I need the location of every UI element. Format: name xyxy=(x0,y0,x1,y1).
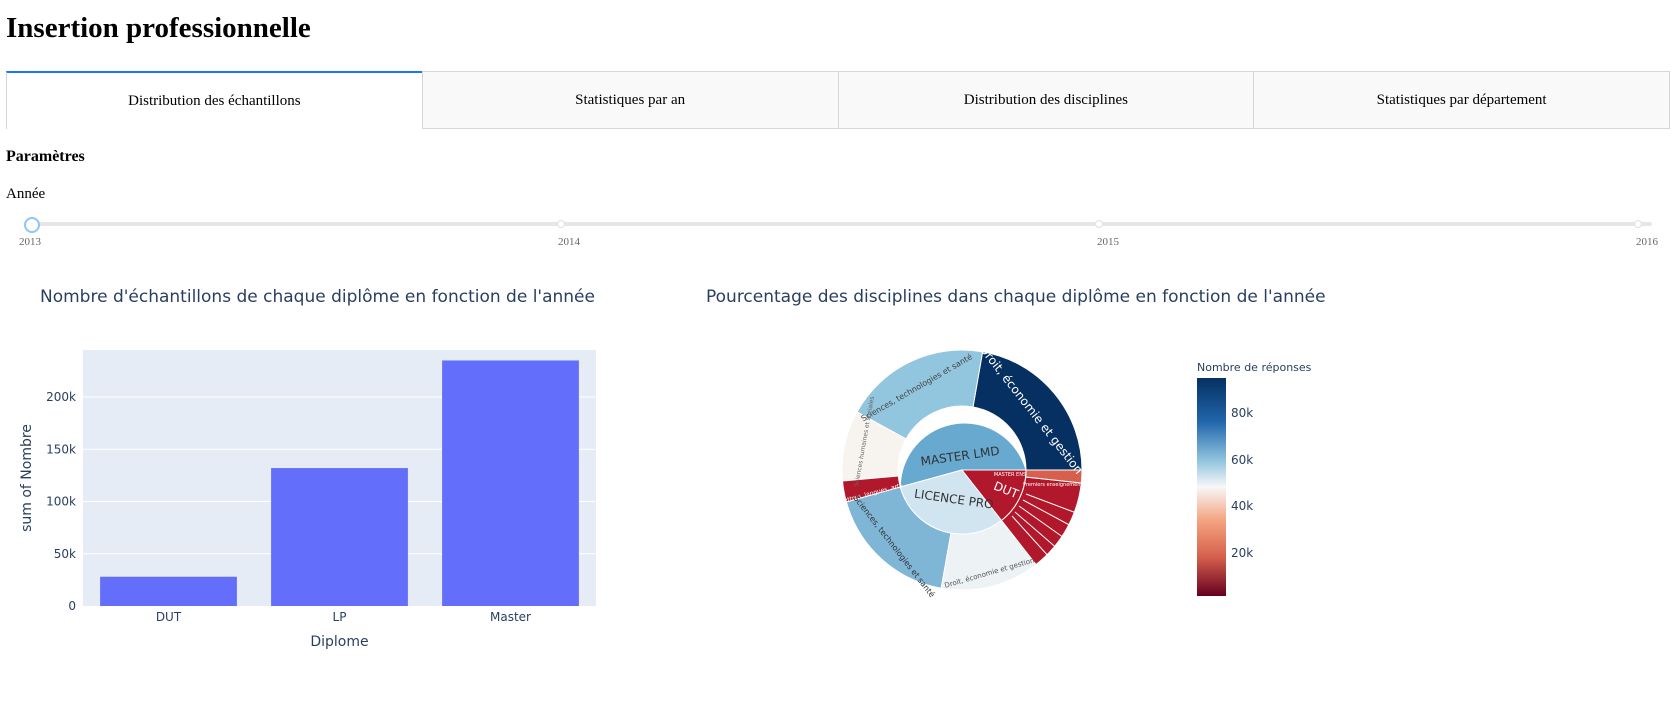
tab-distribution-echantillons[interactable]: Distribution des échantillons xyxy=(6,71,423,129)
sunburst-label-master-ens: MASTER ENS xyxy=(994,472,1026,478)
page-title: Insertion professionnelle xyxy=(6,12,311,44)
colorbar-gradient xyxy=(1197,378,1226,596)
colorbar: 80k 60k 40k 20k xyxy=(1197,378,1253,596)
bar-master[interactable] xyxy=(442,360,579,606)
bar-x-tick-label: DUT xyxy=(156,610,182,624)
bar-y-tick-label: 150k xyxy=(46,442,76,456)
bar-x-tick-label: Master xyxy=(490,610,531,624)
colorbar-title: Nombre de réponses xyxy=(1197,361,1312,374)
bar-y-tick-label: 50k xyxy=(54,547,76,561)
year-slider[interactable]: 2013 2014 2015 2016 xyxy=(19,210,1658,248)
slider-mark-2013[interactable]: 2013 xyxy=(19,236,41,248)
bar-y-tick-label: 200k xyxy=(46,390,76,404)
tab-distribution-disciplines[interactable]: Distribution des disciplines xyxy=(837,71,1255,129)
slider-dot-2014[interactable] xyxy=(557,220,565,228)
colorbar-tick-20k: 20k xyxy=(1231,546,1253,560)
slider-mark-2016[interactable]: 2016 xyxy=(1636,236,1658,248)
bar-x-tick-label: LP xyxy=(333,610,347,624)
sunburst-chart: MASTER LMD LICENCE PRO DUT Droit, économ… xyxy=(840,342,1086,599)
slider-handle[interactable] xyxy=(24,217,40,233)
slider-mark-2014[interactable]: 2014 xyxy=(558,236,580,248)
year-label: Année xyxy=(6,186,46,202)
bar-x-axis-title: Diplome xyxy=(310,634,368,650)
bar-dut[interactable] xyxy=(100,576,237,606)
slider-dot-2015[interactable] xyxy=(1095,220,1103,228)
bar-y-tick-label: 0 xyxy=(68,599,76,613)
slider-dot-2016[interactable] xyxy=(1634,220,1642,228)
sunburst-label-premiers-enseignements: Premiers enseignements xyxy=(1023,482,1085,488)
bar-chart: 0 50k 100k 150k 200k DUT LP Master Diplome sum of… xyxy=(19,350,596,650)
colorbar-tick-80k: 80k xyxy=(1231,406,1253,420)
tab-statistiques-par-an[interactable]: Statistiques par an xyxy=(421,71,839,129)
parameters-heading: Paramètres xyxy=(6,148,85,165)
colorbar-tick-60k: 60k xyxy=(1231,453,1253,467)
bar-y-tick-label: 100k xyxy=(46,495,76,509)
sunburst-title: Pourcentage des disciplines dans chaque … xyxy=(706,287,1326,307)
colorbar-tick-40k: 40k xyxy=(1231,499,1253,513)
bar-chart-title: Nombre d'échantillons de chaque diplôme … xyxy=(40,287,595,307)
slider-track[interactable] xyxy=(30,222,1652,226)
bar-y-axis-title: sum of Nombre xyxy=(19,424,35,532)
bar-lp[interactable] xyxy=(271,468,408,606)
tab-bar: Distribution des échantillons Statistiqu… xyxy=(6,71,1670,129)
slider-mark-2015[interactable]: 2015 xyxy=(1097,236,1119,248)
tab-statistiques-departement[interactable]: Statistiques par département xyxy=(1253,71,1670,129)
